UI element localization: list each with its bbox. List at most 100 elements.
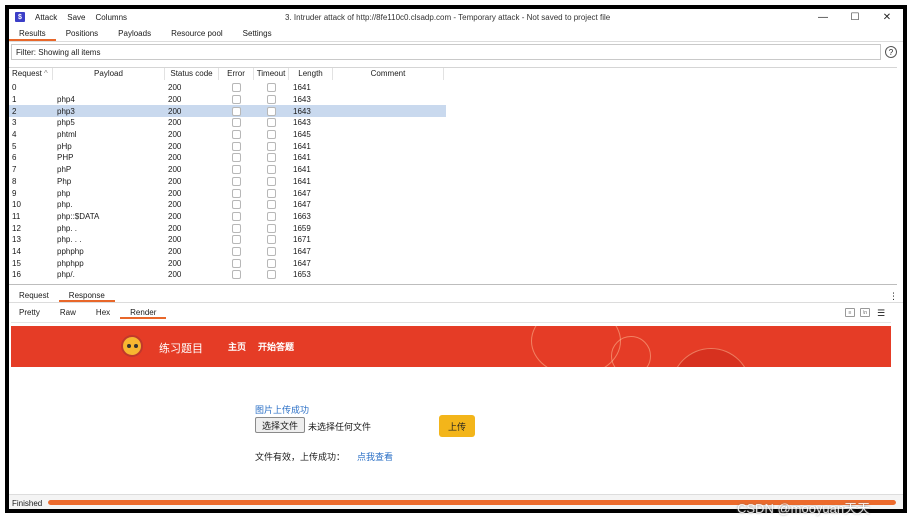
error-cell [219,188,254,198]
choose-file-button[interactable]: 选择文件 [255,417,305,433]
error-checkbox [232,246,241,256]
timeout-cell [254,153,289,163]
header-error[interactable]: Error [219,68,254,80]
request-cell: 13 [12,235,21,245]
request-cell: 6 [12,153,17,163]
upload-button[interactable]: 上传 [439,415,475,437]
table-row[interactable]: 6 PHP 200 1641 [9,152,446,164]
header-status-code[interactable]: Status code [165,68,219,80]
title-bar: $ Attack Save Columns 3. Intruder attack… [9,9,903,25]
lantern-decoration [531,326,621,367]
view-tabs: Pretty Raw Hex Render [9,307,167,319]
timeout-checkbox [267,188,276,198]
site-brand[interactable]: 练习题目 [159,340,203,356]
timeout-cell [254,165,289,175]
timeout-cell [254,83,289,93]
table-row[interactable]: 10 php. 200 1647 [9,199,446,211]
header-length[interactable]: Length [289,68,333,80]
tab-settings[interactable]: Settings [233,27,282,41]
tab-resource-pool[interactable]: Resource pool [161,27,233,41]
payload-cell: Php [57,176,72,186]
upload-success-message: 图片上传成功 [255,405,310,415]
table-row[interactable]: 4 phtml 200 1645 [9,129,446,141]
table-row[interactable]: 1 php4 200 1643 [9,94,446,106]
error-checkbox [232,118,241,128]
tab-render[interactable]: Render [120,307,167,319]
header-comment[interactable]: Comment [333,68,444,80]
close-icon[interactable]: ✕ [871,9,903,25]
timeout-cell [254,246,289,256]
tab-pretty[interactable]: Pretty [9,307,50,319]
menu-attack[interactable]: Attack [35,13,57,22]
menu-columns[interactable]: Columns [95,13,127,22]
filter-bar[interactable]: Filter: Showing all items [11,44,881,60]
table-row[interactable]: 11 php::$DATA 200 1663 [9,211,446,223]
tab-results[interactable]: Results [9,27,56,41]
request-cell: 5 [12,141,17,151]
table-row[interactable]: 0 200 1641 [9,82,446,94]
error-checkbox [232,130,241,140]
length-cell: 1641 [293,141,311,151]
payload-cell: PHP [57,153,74,163]
menu-icon[interactable]: ☰ [877,308,885,319]
attack-tabs: Results Positions Payloads Resource pool… [9,27,282,41]
table-row[interactable]: 12 php. . 200 1659 [9,222,446,234]
tabs-divider [9,41,903,42]
view-file-link[interactable]: 点我查看 [357,450,393,463]
tab-positions[interactable]: Positions [56,27,108,41]
payload-cell: phtml [57,130,77,140]
timeout-cell [254,106,289,116]
tab-request[interactable]: Request [9,290,59,302]
payload-cell: php. . . [57,235,82,245]
table-row[interactable]: 15 phphpp 200 1647 [9,257,446,269]
payload-cell: php. [57,200,73,210]
header-timeout[interactable]: Timeout [254,68,289,80]
table-row[interactable]: 16 php/. 200 1653 [9,269,446,281]
table-row[interactable]: 2 php3 200 1643 [9,105,446,118]
header-payload[interactable]: Payload [53,68,165,80]
table-row[interactable]: 13 php. . . 200 1671 [9,234,446,246]
request-cell: 1 [12,95,17,105]
lantern-decoration [671,348,751,367]
menu-save[interactable]: Save [67,13,85,22]
window-frame: $ Attack Save Columns 3. Intruder attack… [5,5,907,513]
message-tabs-divider [9,302,903,303]
status-cell: 200 [168,95,182,105]
error-checkbox [232,141,241,151]
nav-home[interactable]: 主页 [228,340,246,353]
table-body: 0 200 1641 1 php4 200 1643 2 php3 200 1643 3 php5 200… [9,82,446,281]
tab-payloads[interactable]: Payloads [108,27,161,41]
status-cell: 200 [168,258,182,268]
length-cell: 1641 [293,83,311,93]
site-banner: 练习题目 主页 开始答题 [11,326,891,367]
request-cell: 4 [12,130,17,140]
tab-response[interactable]: Response [58,290,115,302]
table-row[interactable]: 5 pHp 200 1641 [9,140,446,152]
tab-raw[interactable]: Raw [50,307,86,319]
maximize-icon[interactable]: ☐ [839,9,871,25]
error-checkbox [232,153,241,163]
length-cell: 1659 [293,223,311,233]
table-row[interactable]: 9 php 200 1647 [9,187,446,199]
header-request[interactable]: Request ^ [9,68,53,80]
error-checkbox [232,211,241,221]
table-row[interactable]: 7 phP 200 1641 [9,164,446,176]
pretty-print-icon[interactable]: ≡ [845,308,855,317]
more-options-icon[interactable]: ⋮ [889,291,898,302]
timeout-checkbox [267,118,276,128]
table-row[interactable]: 3 php5 200 1643 [9,117,446,129]
minimize-icon[interactable]: — [807,9,839,25]
table-row[interactable]: 14 pphphp 200 1647 [9,246,446,258]
length-cell: 1647 [293,246,311,256]
request-cell: 15 [12,258,21,268]
table-row[interactable]: 8 Php 200 1641 [9,176,446,188]
tab-hex[interactable]: Hex [86,307,120,319]
nav-start-quiz[interactable]: 开始答题 [258,340,294,353]
timeout-checkbox [267,270,276,280]
help-icon[interactable]: ? [885,46,897,58]
newline-icon[interactable]: \n [860,308,870,317]
status-cell: 200 [168,235,182,245]
length-cell: 1641 [293,176,311,186]
request-cell: 16 [12,270,21,280]
error-checkbox [232,200,241,210]
